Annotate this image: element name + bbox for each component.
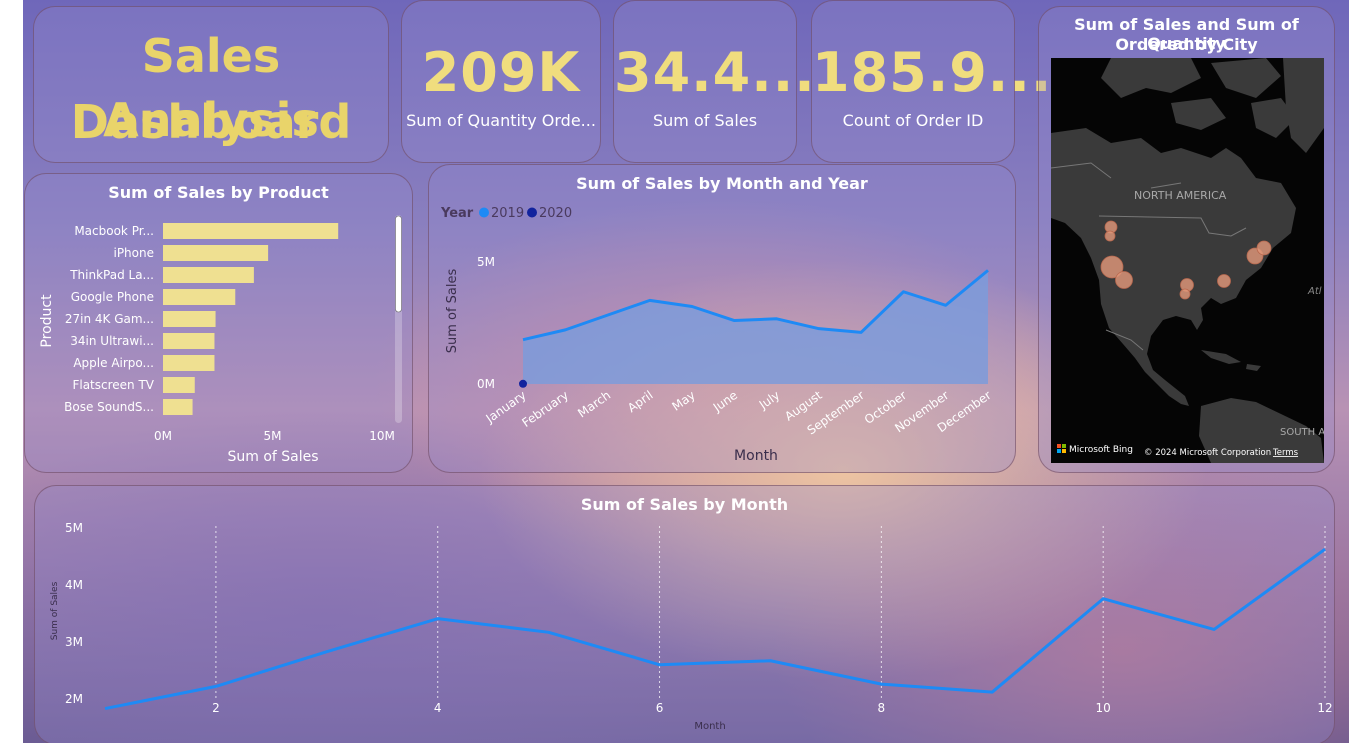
x-tick-label: March — [575, 388, 613, 420]
city-bubble[interactable] — [1256, 240, 1272, 256]
x-tick-label: July — [756, 388, 783, 412]
map-copyright: © 2024 Microsoft Corporation — [1144, 448, 1271, 458]
sales-line[interactable] — [104, 547, 1326, 711]
product-label: Flatscreen TV — [72, 378, 154, 392]
title-card: Sales Analysis Dashboard — [33, 6, 389, 163]
y-tick-label: 0M — [477, 377, 495, 391]
product-bar[interactable] — [163, 311, 216, 327]
legend-title: Year — [440, 206, 474, 221]
x-tick-label: 10M — [369, 429, 395, 443]
kpi-value-quantity: 209K — [421, 41, 581, 104]
scrollbar-thumb[interactable] — [395, 215, 402, 313]
product-bar[interactable] — [163, 223, 339, 239]
product-label: 27in 4K Gam... — [65, 312, 154, 326]
kpi-label-quantity: Sum of Quantity Orde... — [406, 111, 596, 130]
x-tick-label: May — [669, 388, 697, 414]
dashboard-canvas: Sales Analysis Dashboard 209K Sum of Qua… — [23, 0, 1349, 743]
product-label: Google Phone — [71, 290, 154, 304]
map-label-continent: NORTH AMERICA — [1134, 189, 1227, 202]
y-tick-label: 3M — [65, 635, 83, 649]
x-tick-label: 10 — [1096, 701, 1111, 715]
city-bubble[interactable] — [1217, 274, 1231, 288]
kpi-value-sales: 34.4... — [614, 41, 816, 104]
month-year-chart-card[interactable]: Sum of Sales by Month and Year Year 2019 2… — [428, 164, 1016, 473]
dashboard-title-line2: Dashboard — [70, 95, 352, 149]
product-bar[interactable] — [163, 289, 236, 305]
y-axis-title: Sum of Sales — [445, 269, 460, 354]
y-tick-label: 4M — [65, 578, 83, 592]
kpi-card-quantity[interactable]: 209K Sum of Quantity Orde... — [401, 0, 601, 163]
x-tick-label: April — [625, 388, 656, 415]
x-tick-label: February — [519, 388, 571, 430]
product-label: ThinkPad La... — [69, 268, 154, 282]
city-bubble[interactable] — [1104, 230, 1116, 242]
x-tick-label: 8 — [878, 701, 886, 715]
y-tick-label: 5M — [65, 521, 83, 535]
kpi-value-orders: 185.9... — [812, 41, 1053, 104]
kpi-label-orders: Count of Order ID — [842, 111, 984, 130]
area-2019 — [523, 270, 988, 384]
map-terms-link[interactable]: Terms — [1272, 448, 1299, 458]
city-bubble[interactable] — [1115, 271, 1133, 289]
product-bar[interactable] — [163, 355, 215, 371]
y-tick-label: 2M — [65, 692, 83, 706]
product-bar[interactable] — [163, 245, 269, 261]
product-bar[interactable] — [163, 377, 195, 393]
x-axis-title: Sum of Sales — [227, 449, 318, 465]
map-label-south: SOUTH A — [1280, 427, 1324, 438]
x-tick-label: 12 — [1317, 701, 1332, 715]
x-tick-label: June — [710, 388, 740, 415]
x-tick-label: 2 — [212, 701, 220, 715]
bing-label: Microsoft Bing — [1069, 445, 1133, 455]
month-line-chart[interactable]: 2M 3M 4M 5M 2 4 6 8 10 12 Month Sum of Sales — [35, 486, 1336, 743]
legend-marker-2019 — [479, 207, 489, 218]
map-card[interactable]: Sum of Sales and Sum of Quantity Ordered… — [1038, 6, 1335, 473]
product-bar[interactable] — [163, 399, 193, 415]
month-chart-card[interactable]: Sum of Sales by Month 2M 3M 4M 5M 2 4 6 8 10 12 Mo… — [34, 485, 1335, 743]
y-axis-title: Product — [39, 294, 55, 348]
city-bubble[interactable] — [1179, 288, 1191, 300]
x-axis-title: Month — [694, 721, 725, 732]
point-2020 — [519, 379, 527, 388]
map-visual[interactable]: NORTH AMERICA Atl SOUTH A Microsoft Bing… — [1051, 58, 1324, 463]
product-label: Bose SoundS... — [64, 400, 154, 414]
product-label: Macbook Pr... — [74, 224, 154, 238]
x-tick-label: 5M — [264, 429, 282, 443]
product-bar[interactable] — [163, 333, 215, 349]
x-tick-label: 4 — [434, 701, 442, 715]
y-axis-title: Sum of Sales — [50, 581, 60, 640]
kpi-label-sales: Sum of Sales — [652, 111, 758, 130]
x-tick-label: 6 — [656, 701, 664, 715]
product-chart-card[interactable]: Sum of Sales by Product Macbook Pr... iPh… — [24, 173, 413, 473]
x-axis-title: Month — [734, 448, 778, 464]
product-bar-chart[interactable]: Macbook Pr... iPhone ThinkPad La... Google … — [25, 174, 414, 474]
month-year-area-chart[interactable]: Year 2019 20205M0MJanuaryFebruary March Apri… — [429, 165, 1017, 474]
kpi-card-sales[interactable]: 34.4... Sum of Sales — [613, 0, 816, 163]
legend-label-2019: 2019 — [491, 206, 524, 221]
x-tick-label: 0M — [154, 429, 172, 443]
legend-marker-2020 — [527, 207, 537, 218]
product-label: iPhone — [113, 246, 154, 260]
y-tick-label: 5M — [477, 255, 495, 269]
map-title-line2: Ordered by City — [1115, 35, 1258, 54]
map-label-atlantic: Atl — [1307, 286, 1322, 297]
kpi-card-orders[interactable]: 185.9... Count of Order ID — [811, 0, 1053, 163]
product-label: 34in Ultrawi... — [70, 334, 154, 348]
legend-label-2020: 2020 — [539, 206, 572, 221]
product-bar[interactable] — [163, 267, 254, 283]
product-label: Apple Airpo... — [73, 356, 154, 370]
